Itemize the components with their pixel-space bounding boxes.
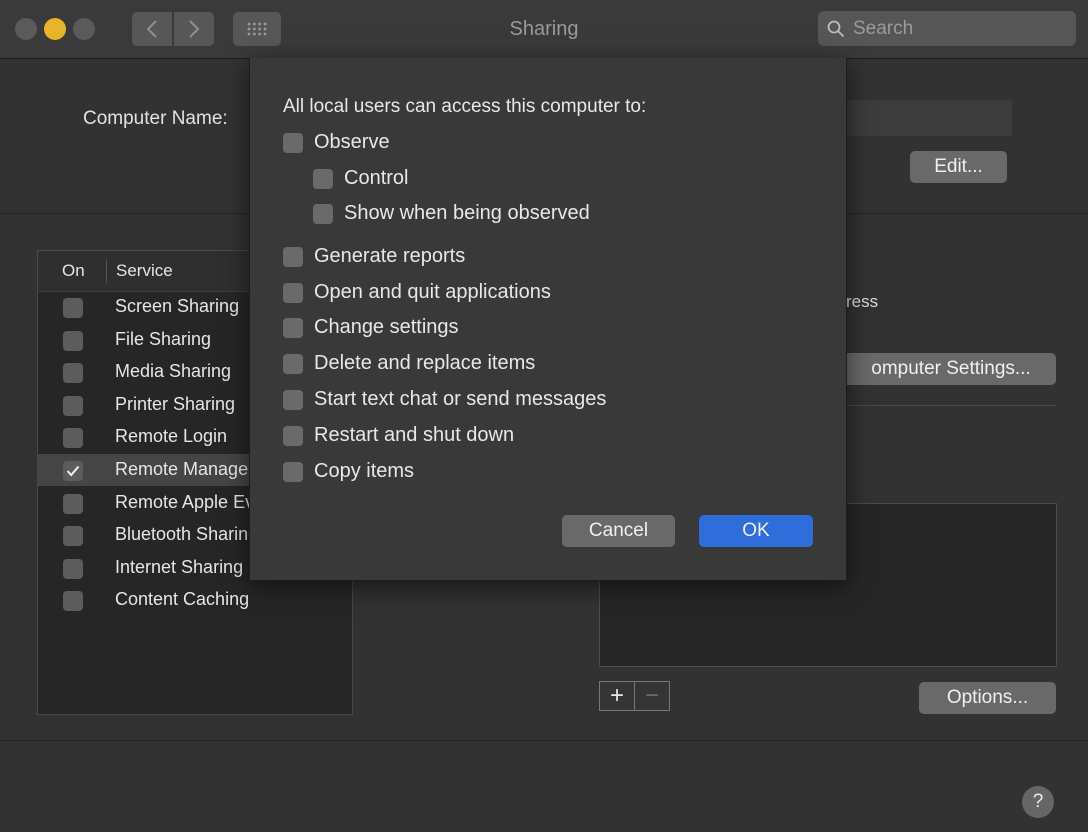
option-label: Copy items	[314, 460, 415, 482]
computer-settings-button[interactable]: omputer Settings...	[846, 353, 1056, 385]
service-label: Media Sharing	[115, 361, 232, 382]
option-observe[interactable]: Observe	[283, 131, 390, 154]
service-label: Remote Login	[115, 426, 228, 447]
checkbox[interactable]	[283, 282, 303, 303]
remove-user-button[interactable]: −	[635, 681, 670, 711]
checkbox[interactable]	[283, 246, 303, 267]
service-checkbox[interactable]	[63, 395, 83, 416]
option-copy-items[interactable]: Copy items	[283, 460, 414, 483]
access-options-sheet: All local users can access this computer…	[249, 58, 847, 581]
status-text: ress	[846, 292, 879, 311]
option-delete-replace[interactable]: Delete and replace items	[283, 352, 535, 375]
option-label: Open and quit applications	[314, 281, 551, 303]
checkbox[interactable]	[283, 461, 303, 482]
option-label: Control	[344, 167, 409, 189]
search-icon	[827, 20, 845, 38]
option-label: Delete and replace items	[314, 352, 536, 374]
help-button[interactable]: ?	[1022, 786, 1054, 818]
service-checkbox[interactable]	[63, 493, 83, 514]
option-generate-reports[interactable]: Generate reports	[283, 245, 465, 268]
checkbox[interactable]	[283, 389, 303, 410]
service-checkbox[interactable]	[63, 330, 83, 351]
service-checkbox[interactable]	[63, 428, 83, 449]
title-bar: Sharing	[0, 0, 1088, 59]
option-label: Observe	[314, 131, 390, 153]
option-label: Start text chat or send messages	[314, 388, 607, 410]
service-checkbox[interactable]	[63, 298, 83, 318]
checkmark-icon	[66, 465, 80, 477]
checkbox[interactable]	[283, 425, 303, 446]
checkbox[interactable]	[313, 168, 333, 189]
checkbox[interactable]	[283, 353, 303, 374]
divider	[846, 405, 1056, 406]
checkbox[interactable]	[283, 132, 303, 153]
service-checkbox[interactable]	[63, 461, 83, 481]
service-label: Printer Sharing	[115, 393, 236, 414]
option-text-chat[interactable]: Start text chat or send messages	[283, 388, 606, 411]
option-show-when-observed[interactable]: Show when being observed	[313, 202, 590, 225]
service-label: File Sharing	[115, 328, 212, 349]
edit-button[interactable]: Edit...	[910, 151, 1007, 183]
option-label: Change settings	[314, 316, 459, 338]
service-label: Screen Sharing	[115, 296, 240, 316]
checkbox[interactable]	[313, 203, 333, 224]
column-divider	[106, 259, 107, 283]
option-label: Generate reports	[314, 245, 466, 267]
search-input[interactable]	[853, 17, 1053, 40]
column-header-on[interactable]: On	[62, 261, 85, 281]
option-open-quit-apps[interactable]: Open and quit applications	[283, 281, 551, 304]
add-remove-control: + −	[599, 681, 672, 711]
option-change-settings[interactable]: Change settings	[283, 316, 459, 339]
option-label: Restart and shut down	[314, 424, 515, 446]
checkbox[interactable]	[283, 317, 303, 338]
options-button[interactable]: Options...	[919, 682, 1056, 714]
option-restart-shutdown[interactable]: Restart and shut down	[283, 424, 514, 447]
add-user-button[interactable]: +	[599, 681, 635, 711]
divider	[0, 740, 1088, 741]
computer-name-label: Computer Name:	[83, 108, 228, 129]
option-label: Show when being observed	[344, 202, 590, 224]
cancel-button[interactable]: Cancel	[562, 515, 675, 547]
service-row[interactable]: Content Caching	[38, 584, 352, 616]
service-checkbox[interactable]	[63, 591, 83, 612]
service-checkbox[interactable]	[63, 558, 83, 579]
sharing-window: Sharing Computer Name: Edit... On Servic…	[0, 0, 1088, 832]
sheet-title: All local users can access this computer…	[283, 96, 647, 117]
service-label: Bluetooth Sharing	[115, 524, 259, 545]
computer-name-field[interactable]	[846, 100, 1012, 136]
service-checkbox[interactable]	[63, 526, 83, 547]
service-checkbox[interactable]	[63, 363, 83, 384]
ok-button[interactable]: OK	[699, 515, 813, 547]
search-field[interactable]	[818, 11, 1076, 46]
option-control[interactable]: Control	[313, 167, 408, 190]
service-label: Internet Sharing	[115, 556, 244, 577]
service-label: Content Caching	[115, 589, 250, 610]
column-header-service[interactable]: Service	[116, 261, 173, 281]
